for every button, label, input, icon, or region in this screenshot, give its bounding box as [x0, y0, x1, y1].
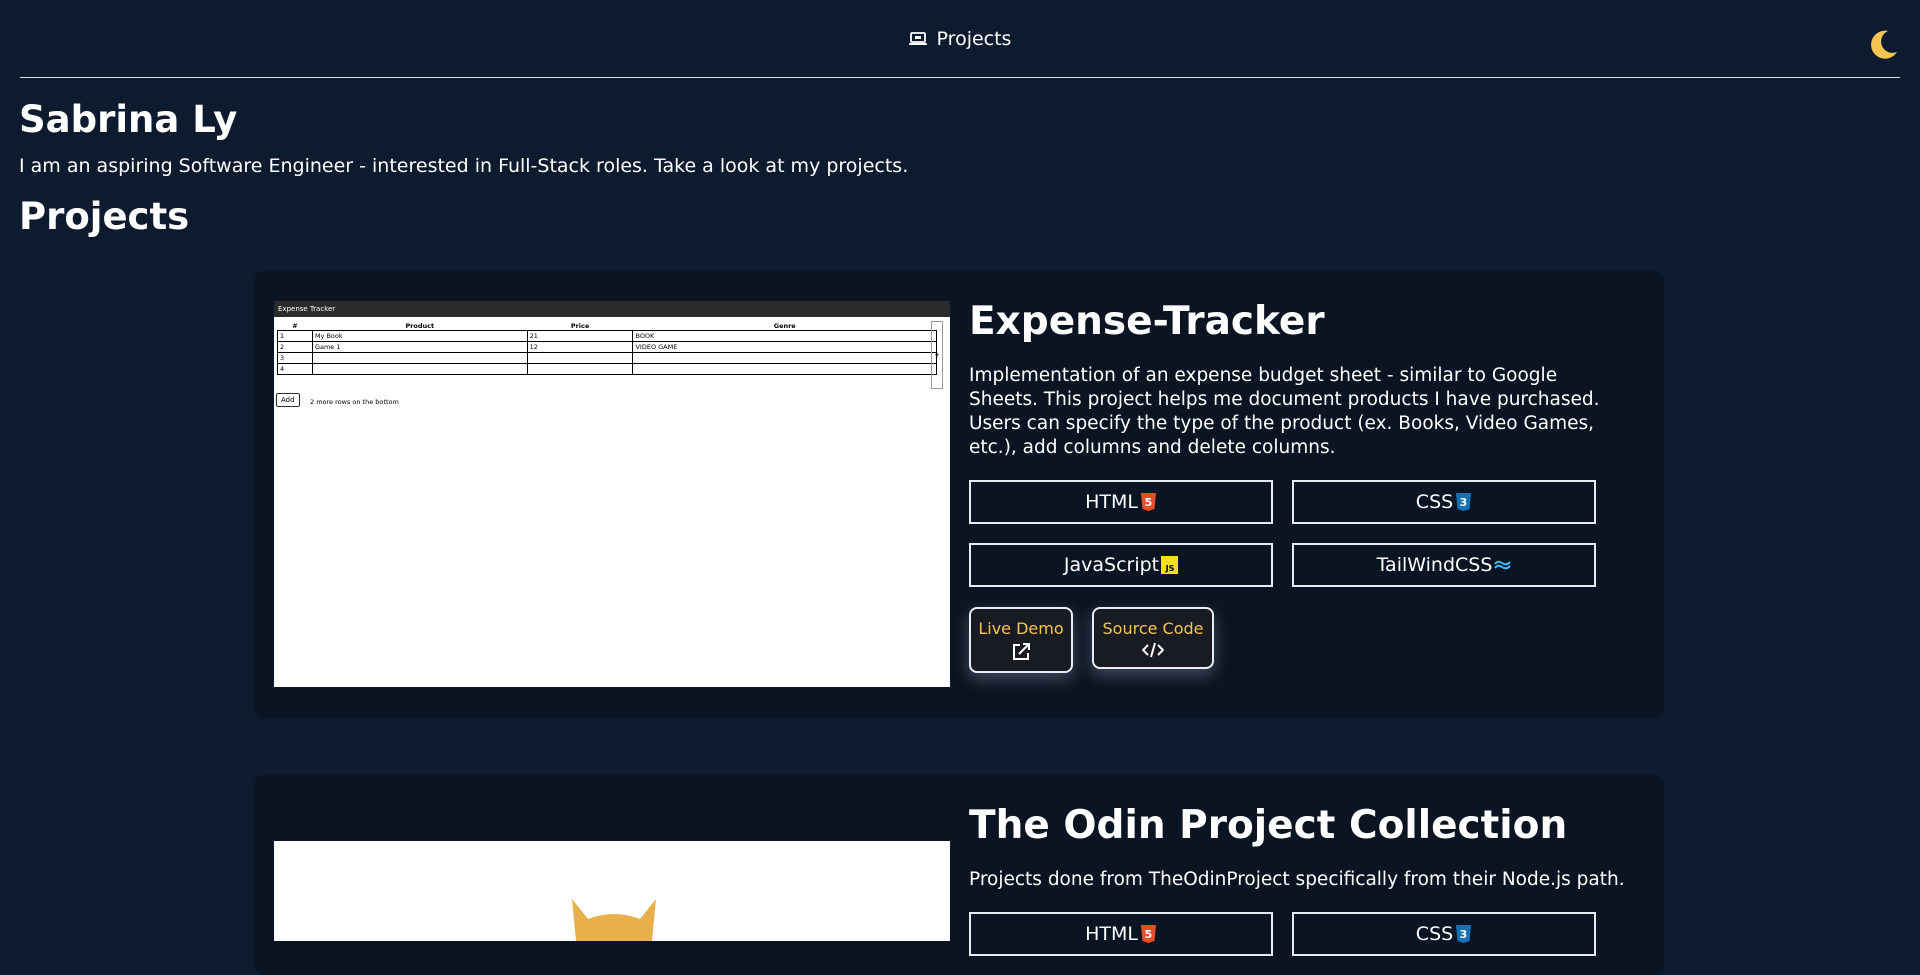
tech-tag-label: JavaScript — [1063, 553, 1160, 576]
author-name: Sabrina Ly — [19, 98, 238, 141]
projects-heading: Projects — [19, 194, 190, 238]
intro-section: Sabrina Ly I am an aspiring Software Eng… — [0, 98, 1920, 238]
screenshot-cell — [526, 352, 634, 364]
tech-tag-label: TailWindCSS — [1376, 553, 1493, 576]
javascript-icon: JS — [1161, 555, 1179, 574]
tech-tag-html: HTML 5 — [969, 911, 1273, 956]
svg-text:3: 3 — [1460, 928, 1468, 941]
screenshot-cell: Game 1 — [311, 341, 528, 353]
top-nav: Projects — [20, 0, 1900, 78]
screenshot-cell: 1 — [277, 330, 313, 342]
screenshot-cell: 4 — [277, 363, 313, 375]
project-card: The Odin Project Collection Projects don… — [254, 775, 1664, 975]
screenshot-row: 2 Game 1 12 VIDEO GAME — [277, 341, 937, 353]
tailwind-icon — [1494, 560, 1512, 570]
screenshot-plus: + — [931, 321, 943, 389]
screenshot-row: 3 — [277, 352, 937, 364]
screenshot-cell — [311, 352, 528, 364]
screenshot-cell: 21 — [526, 330, 634, 342]
live-demo-button[interactable]: Live Demo — [969, 606, 1073, 673]
source-code-label: Source Code — [1102, 618, 1204, 638]
project-screenshot: Expense Tracker # Product Price Genre 1 … — [274, 301, 950, 687]
screenshot-cell — [632, 352, 937, 364]
screenshot-cell: BOOK — [632, 330, 937, 342]
live-demo-label: Live Demo — [978, 618, 1064, 638]
screenshot-cell: My Book — [311, 330, 528, 342]
css3-icon: 3 — [1456, 924, 1472, 943]
screenshot-table: # Product Price Genre 1 My Book 21 BOOK … — [277, 321, 937, 375]
project-description: Implementation of an expense budget shee… — [969, 364, 1600, 458]
screenshot-row: 4 — [277, 363, 937, 375]
screenshot-cell: 12 — [526, 341, 634, 353]
tech-tag-html: HTML 5 — [969, 479, 1273, 524]
css3-icon: 3 — [1456, 492, 1472, 511]
svg-text:5: 5 — [1145, 928, 1153, 941]
screenshot-header: # — [292, 321, 298, 330]
screenshot-cell: 3 — [277, 352, 313, 364]
project-screenshot — [274, 841, 950, 941]
tech-tag-label: CSS — [1415, 490, 1454, 513]
project-details: Expense-Tracker Implementation of an exp… — [969, 299, 1629, 673]
tech-tag-css: CSS 3 — [1292, 479, 1596, 524]
screenshot-app-title: Expense Tracker — [274, 301, 950, 317]
tech-tag-label: CSS — [1415, 922, 1454, 945]
tech-tag-css: CSS 3 — [1292, 911, 1596, 956]
screenshot-more-count: 2 — [310, 398, 315, 406]
screenshot-add-button: Add — [276, 393, 300, 407]
tech-tag-label: HTML — [1085, 922, 1138, 945]
project-card: Expense Tracker # Product Price Genre 1 … — [254, 271, 1664, 718]
screenshot-cell — [311, 363, 528, 375]
moon-icon[interactable] — [1866, 28, 1900, 62]
external-link-icon — [1013, 642, 1030, 660]
tech-tag-javascript: JavaScript JS — [969, 542, 1273, 587]
screenshot-cell: VIDEO GAME — [632, 341, 937, 353]
screenshot-cell: 2 — [277, 341, 313, 353]
screenshot-header: Product — [405, 321, 435, 330]
screenshot-header: Price — [570, 321, 590, 330]
odin-logo — [572, 899, 656, 941]
project-actions: Live Demo Source Code — [969, 606, 1629, 673]
screenshot-cell — [632, 363, 937, 375]
source-code-button[interactable]: Source Code — [1092, 606, 1214, 669]
code-icon — [1142, 642, 1164, 658]
tech-tag-label: HTML — [1085, 490, 1138, 513]
html5-icon: 5 — [1140, 924, 1156, 943]
screenshot-cell — [526, 363, 634, 375]
svg-text:3: 3 — [1460, 496, 1468, 509]
project-description: Projects done from TheOdinProject specif… — [969, 868, 1625, 890]
nav-projects-link[interactable]: Projects — [908, 27, 1012, 50]
tech-tags: HTML 5 CSS 3 — [969, 911, 1629, 956]
svg-text:JS: JS — [1165, 564, 1175, 573]
project-title: Expense-Tracker — [969, 299, 1325, 344]
laptop-icon — [908, 31, 927, 45]
author-tagline: I am an aspiring Software Engineer - int… — [19, 154, 909, 177]
screenshot-more-text: more rows on the bottom — [316, 398, 399, 406]
screenshot-more-rows: 2 more rows on the bottom — [310, 398, 399, 406]
tech-tags: HTML 5 CSS 3 JavaScript JS TailWindCSS — [969, 479, 1629, 587]
tech-tag-tailwind: TailWindCSS — [1292, 542, 1596, 587]
project-title: The Odin Project Collection — [969, 803, 1568, 848]
html5-icon: 5 — [1140, 492, 1156, 511]
svg-text:5: 5 — [1145, 496, 1153, 509]
nav-projects-label: Projects — [936, 27, 1012, 50]
screenshot-row: 1 My Book 21 BOOK — [277, 330, 937, 342]
screenshot-header: Genre — [773, 321, 796, 330]
